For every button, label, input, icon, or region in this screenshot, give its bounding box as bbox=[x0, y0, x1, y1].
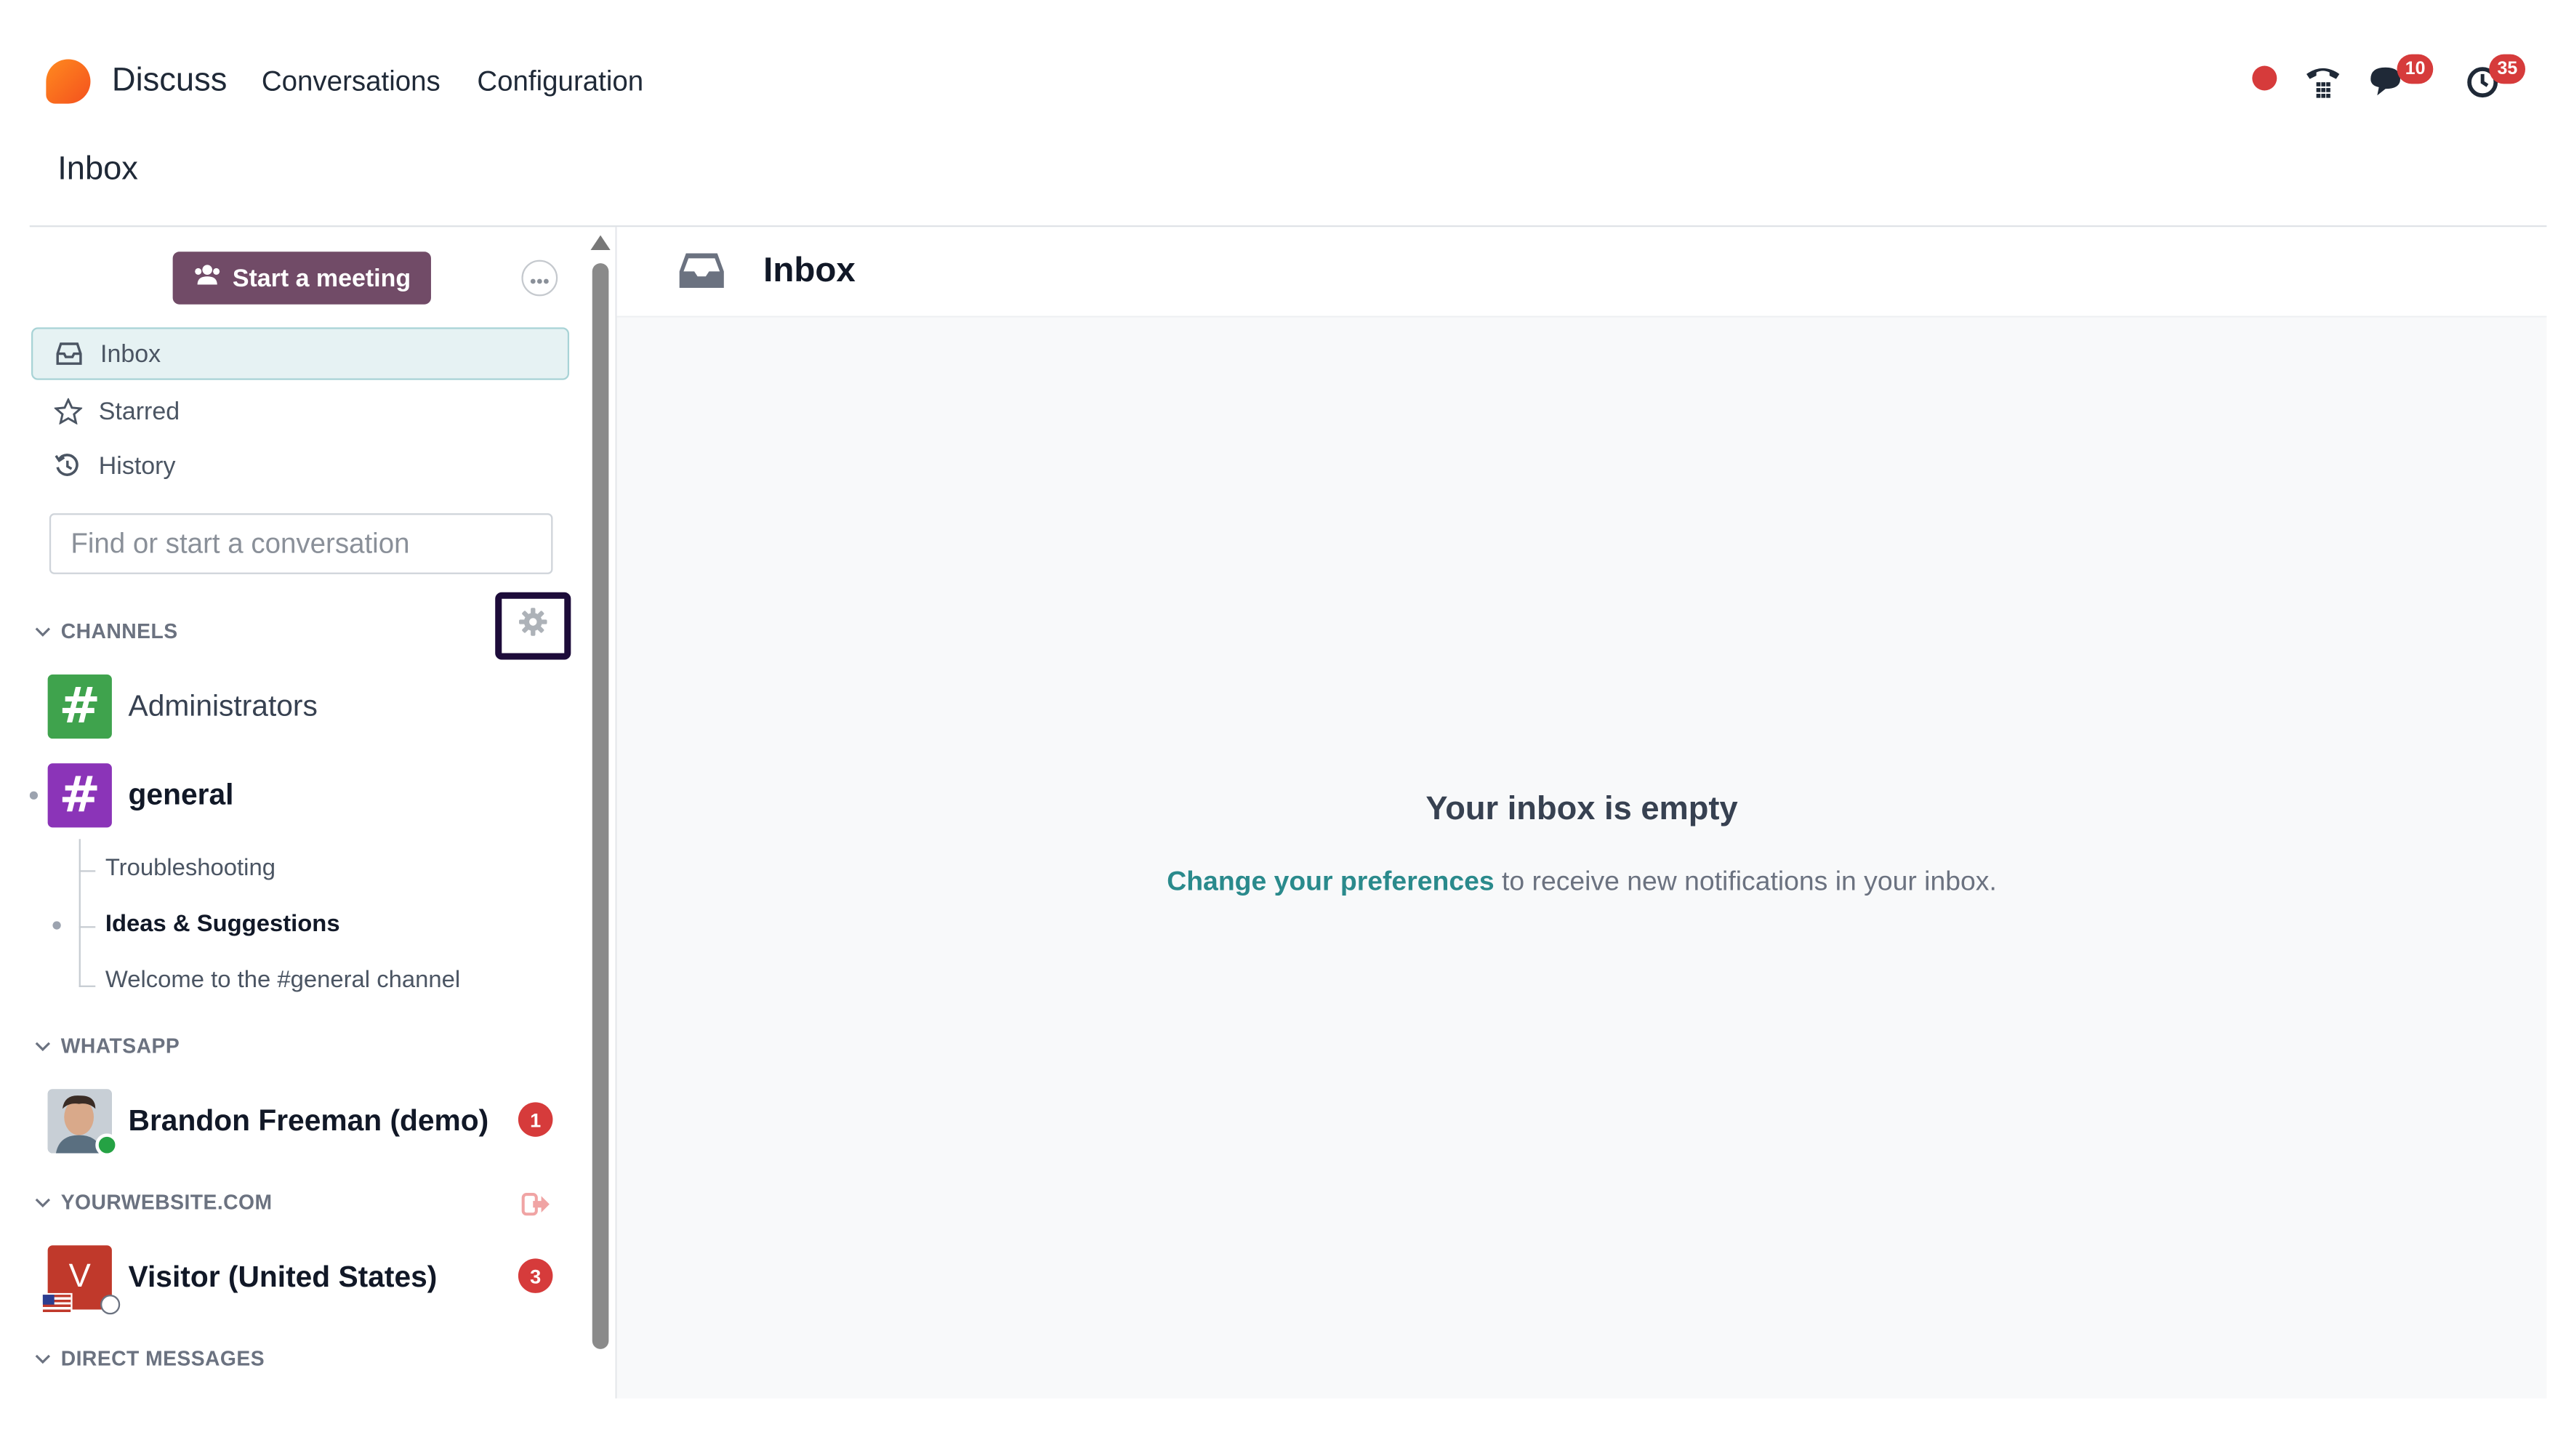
activities-count-badge: 35 bbox=[2489, 54, 2526, 84]
inbox-icon bbox=[676, 250, 727, 299]
hashtag-icon: # bbox=[47, 762, 112, 827]
avatar: V bbox=[41, 1244, 121, 1314]
unread-count-badge: 1 bbox=[518, 1102, 553, 1137]
leave-icon[interactable] bbox=[521, 1193, 551, 1224]
conversation-search-input[interactable] bbox=[49, 513, 553, 574]
website-section-header[interactable]: YOURWEBSITE.COM bbox=[33, 1186, 272, 1219]
discuss-sidebar: Start a meeting Inbox Starred History Fi… bbox=[29, 227, 589, 1398]
app-name[interactable]: Discuss bbox=[112, 63, 227, 100]
thread-ideas-suggestions[interactable]: Ideas & Suggestions bbox=[105, 912, 340, 938]
sidebar-item-starred[interactable]: Starred bbox=[31, 385, 569, 438]
thread-welcome-general[interactable]: Welcome to the #general channel bbox=[105, 968, 460, 994]
thread-header: Inbox bbox=[616, 227, 2547, 318]
thread-connector-tick bbox=[79, 985, 96, 987]
channel-general[interactable]: # general bbox=[47, 762, 234, 828]
empty-state-title: Your inbox is empty bbox=[1425, 791, 1738, 828]
sidebar-item-label: Starred bbox=[98, 397, 180, 426]
direct-messages-section-header[interactable]: DIRECT MESSAGES bbox=[33, 1343, 265, 1375]
channel-name: general bbox=[128, 777, 234, 811]
ellipsis-icon bbox=[530, 263, 550, 293]
discuss-logo-icon[interactable] bbox=[46, 59, 91, 104]
thread-connector bbox=[79, 839, 81, 987]
start-meeting-label: Start a meeting bbox=[232, 264, 411, 292]
channels-section-header[interactable]: CHANNELS bbox=[33, 615, 177, 648]
avatar bbox=[47, 1088, 118, 1156]
users-icon bbox=[193, 263, 223, 293]
thread-connector-tick bbox=[79, 926, 96, 928]
phone-icon[interactable] bbox=[2301, 59, 2344, 102]
section-title: DIRECT MESSAGES bbox=[60, 1347, 265, 1371]
change-preferences-link[interactable]: Change your preferences bbox=[1167, 867, 1494, 897]
menu-conversations[interactable]: Conversations bbox=[262, 66, 441, 99]
section-title: CHANNELS bbox=[60, 620, 178, 643]
thread-content: Your inbox is empty Change your preferen… bbox=[616, 317, 2547, 1399]
scroll-up-arrow-icon[interactable] bbox=[590, 235, 611, 251]
chevron-down-icon bbox=[33, 1193, 52, 1212]
whatsapp-section-header[interactable]: WHATSAPP bbox=[33, 1030, 180, 1063]
channel-administrators[interactable]: # Administrators bbox=[47, 673, 318, 739]
visitor-name: Visitor (United States) bbox=[128, 1259, 438, 1292]
section-title: YOURWEBSITE.COM bbox=[60, 1191, 273, 1215]
start-meeting-button[interactable]: Start a meeting bbox=[172, 252, 431, 305]
inbox-icon bbox=[55, 339, 84, 369]
sidebar-item-history[interactable]: History bbox=[31, 439, 569, 491]
thread-troubleshooting[interactable]: Troubleshooting bbox=[105, 856, 275, 882]
top-navbar: Discuss Conversations Configuration 10 3… bbox=[0, 0, 2550, 164]
chevron-down-icon bbox=[33, 1037, 52, 1056]
contact-name: Brandon Freeman (demo) bbox=[128, 1103, 489, 1136]
channel-settings-button[interactable] bbox=[495, 592, 571, 660]
sidebar-item-label: Inbox bbox=[100, 339, 161, 368]
empty-state-text: to receive new notifications in your inb… bbox=[1494, 866, 1997, 897]
page-title: Inbox bbox=[763, 252, 856, 290]
visitor-conversation[interactable]: V Visitor (United States) bbox=[41, 1244, 438, 1314]
whatsapp-contact-brandon[interactable]: Brandon Freeman (demo) bbox=[47, 1087, 489, 1156]
avatar-initial: V bbox=[68, 1258, 91, 1295]
sidebar-scrollbar[interactable] bbox=[592, 263, 609, 1349]
whatsapp-icon bbox=[95, 1133, 118, 1156]
offline-status-icon bbox=[100, 1294, 121, 1314]
thread-connector-tick bbox=[79, 870, 96, 872]
gear-icon bbox=[518, 607, 548, 645]
unread-indicator bbox=[29, 791, 39, 800]
recording-indicator-icon[interactable] bbox=[2252, 65, 2277, 91]
unread-indicator bbox=[52, 921, 61, 930]
more-options-button[interactable] bbox=[521, 260, 558, 297]
sidebar-item-inbox[interactable]: Inbox bbox=[31, 327, 570, 380]
hashtag-icon: # bbox=[47, 673, 112, 739]
chevron-down-icon bbox=[33, 1349, 52, 1369]
breadcrumb: Inbox bbox=[57, 151, 138, 188]
channel-name: Administrators bbox=[128, 688, 318, 722]
star-icon bbox=[52, 396, 82, 426]
history-icon bbox=[52, 451, 82, 480]
chevron-down-icon bbox=[33, 622, 52, 641]
sidebar-item-label: History bbox=[98, 451, 176, 480]
unread-count-badge: 3 bbox=[518, 1258, 553, 1293]
section-title: WHATSAPP bbox=[60, 1034, 180, 1058]
empty-state-message: Change your preferences to receive new n… bbox=[617, 867, 2547, 898]
messages-count-badge: 10 bbox=[2397, 54, 2434, 84]
us-flag-icon bbox=[41, 1292, 73, 1314]
menu-configuration[interactable]: Configuration bbox=[477, 66, 643, 99]
